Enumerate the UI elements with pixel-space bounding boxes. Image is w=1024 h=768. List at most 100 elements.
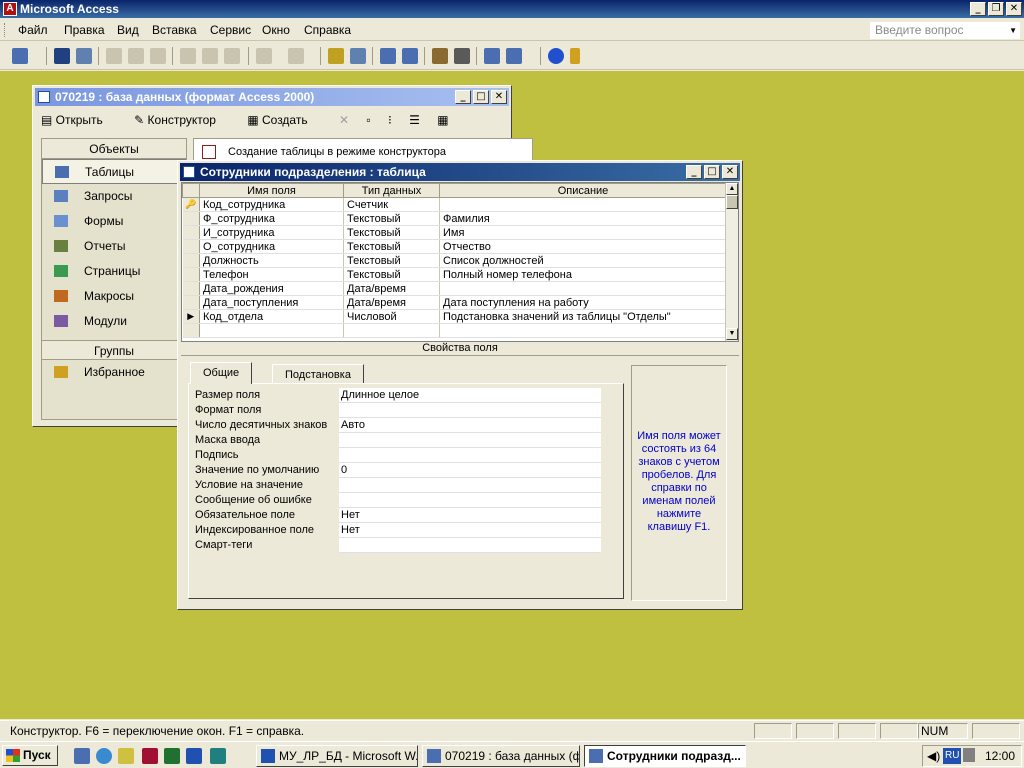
menu-grip[interactable] bbox=[4, 23, 7, 37]
property-value-field[interactable] bbox=[339, 433, 601, 448]
database-window-titlebar[interactable]: 070219 : база данных (формат Access 2000… bbox=[35, 88, 509, 106]
table-row[interactable]: Должность Текстовый Список должностей bbox=[182, 253, 727, 268]
minimize-button[interactable]: _ bbox=[970, 2, 986, 16]
row-selector[interactable] bbox=[182, 225, 200, 240]
language-indicator[interactable]: RU bbox=[943, 748, 962, 764]
field-name-cell[interactable]: Код_отдела bbox=[199, 309, 344, 324]
data-type-cell[interactable]: Текстовый bbox=[343, 225, 440, 240]
property-value-field[interactable]: Нет bbox=[339, 523, 601, 538]
view-icon[interactable] bbox=[12, 48, 28, 64]
menu-file[interactable]: Файл bbox=[18, 23, 48, 37]
close-button[interactable]: ✕ bbox=[1006, 2, 1022, 16]
data-type-cell[interactable]: Счетчик bbox=[343, 197, 440, 212]
help-icon[interactable] bbox=[548, 48, 564, 64]
db-maximize-button[interactable]: □ bbox=[473, 90, 489, 104]
paste-icon[interactable] bbox=[224, 48, 240, 64]
list-icon[interactable]: ☰ bbox=[409, 113, 420, 127]
primary-key-icon[interactable] bbox=[328, 48, 344, 64]
start-button[interactable]: Пуск bbox=[2, 745, 58, 766]
object-forms[interactable]: Формы bbox=[42, 209, 186, 234]
object-macros[interactable]: Макросы bbox=[42, 284, 186, 309]
table-row[interactable] bbox=[182, 323, 727, 338]
volume-icon[interactable]: ◀) bbox=[927, 746, 940, 766]
object-tables[interactable]: Таблицы bbox=[42, 159, 186, 184]
restore-button[interactable]: ❐ bbox=[988, 2, 1004, 16]
list-item[interactable]: Создание таблицы в режиме конструктора bbox=[198, 143, 446, 161]
description-cell[interactable]: Список должностей bbox=[439, 253, 727, 268]
search-icon[interactable] bbox=[76, 48, 92, 64]
property-value-field[interactable] bbox=[339, 538, 601, 553]
quicklaunch-explorer-icon[interactable] bbox=[118, 748, 134, 764]
preview-icon[interactable] bbox=[128, 48, 144, 64]
data-type-cell[interactable] bbox=[343, 323, 440, 338]
property-value-field[interactable] bbox=[339, 493, 601, 508]
data-type-cell[interactable]: Дата/время bbox=[343, 281, 440, 296]
row-selector[interactable] bbox=[182, 281, 200, 296]
undo-icon[interactable] bbox=[256, 48, 272, 64]
quicklaunch-desktop-icon[interactable] bbox=[74, 748, 90, 764]
field-name-cell[interactable]: Дата_поступления bbox=[199, 295, 344, 310]
properties-icon[interactable] bbox=[432, 48, 448, 64]
create-button[interactable]: ▦ Создать bbox=[247, 113, 321, 127]
cut-icon[interactable] bbox=[180, 48, 196, 64]
selector-header[interactable] bbox=[182, 183, 200, 198]
table-row[interactable]: Дата_рождения Дата/время bbox=[182, 281, 727, 296]
property-value-field[interactable]: 0 bbox=[339, 463, 601, 478]
row-selector[interactable] bbox=[182, 295, 200, 310]
large-icons-icon[interactable]: ▫ bbox=[366, 113, 370, 127]
property-value-field[interactable]: Нет bbox=[339, 508, 601, 523]
column-header-data-type[interactable]: Тип данных bbox=[343, 183, 440, 198]
grid-scrollbar[interactable]: ▲ ▼ bbox=[725, 183, 738, 341]
tab-general[interactable]: Общие bbox=[190, 362, 253, 384]
redo-icon[interactable] bbox=[288, 48, 304, 64]
menu-window[interactable]: Окно bbox=[262, 23, 290, 37]
tab-lookup[interactable]: Подстановка bbox=[272, 364, 364, 384]
property-value-field[interactable]: Авто bbox=[339, 418, 601, 433]
insert-rows-icon[interactable] bbox=[380, 48, 396, 64]
groups-header[interactable]: Группы bbox=[42, 340, 186, 360]
taskbar-item-table[interactable]: Сотрудники подразд... bbox=[584, 745, 746, 767]
group-favorites[interactable]: Избранное bbox=[42, 360, 186, 385]
row-selector[interactable] bbox=[182, 323, 200, 338]
print-icon[interactable] bbox=[106, 48, 122, 64]
table-row[interactable]: Дата_поступления Дата/время Дата поступлен… bbox=[182, 295, 727, 310]
copy-icon[interactable] bbox=[202, 48, 218, 64]
table-window-titlebar[interactable]: Сотрудники подразделения : таблица _ □ ✕ bbox=[180, 163, 740, 181]
description-cell[interactable]: Имя bbox=[439, 225, 727, 240]
open-button[interactable]: ▤ Открыть bbox=[41, 113, 117, 127]
data-type-cell[interactable]: Текстовый bbox=[343, 239, 440, 254]
description-cell[interactable]: Подстановка значений из таблицы "Отделы" bbox=[439, 309, 727, 324]
menu-edit[interactable]: Правка bbox=[64, 23, 105, 37]
field-name-cell[interactable]: И_сотрудника bbox=[199, 225, 344, 240]
data-type-cell[interactable]: Текстовый bbox=[343, 267, 440, 282]
data-type-cell[interactable]: Дата/время bbox=[343, 295, 440, 310]
object-modules[interactable]: Модули bbox=[42, 309, 186, 334]
table-row[interactable]: И_сотрудника Текстовый Имя bbox=[182, 225, 727, 240]
new-object-icon[interactable] bbox=[506, 48, 522, 64]
description-cell[interactable]: Дата поступления на работу bbox=[439, 295, 727, 310]
delete-rows-icon[interactable] bbox=[402, 48, 418, 64]
column-header-field-name[interactable]: Имя поля bbox=[199, 183, 344, 198]
help-question-input[interactable]: Введите вопрос ▼ bbox=[870, 22, 1020, 39]
row-selector[interactable] bbox=[182, 267, 200, 282]
table-row[interactable]: О_сотрудника Текстовый Отчество bbox=[182, 239, 727, 254]
quicklaunch-word-icon[interactable] bbox=[186, 748, 202, 764]
description-cell[interactable]: Отчество bbox=[439, 239, 727, 254]
description-cell[interactable] bbox=[439, 197, 727, 212]
field-name-cell[interactable]: Телефон bbox=[199, 267, 344, 282]
objects-header[interactable]: Объекты bbox=[42, 139, 186, 159]
scroll-up-icon[interactable]: ▲ bbox=[726, 183, 738, 195]
menu-tools[interactable]: Сервис bbox=[210, 23, 251, 37]
property-value-field[interactable] bbox=[339, 403, 601, 418]
data-type-cell[interactable]: Текстовый bbox=[343, 253, 440, 268]
taskbar-item-word[interactable]: МУ_ЛР_БД - Microsoft W... bbox=[256, 745, 418, 767]
toolbar-options-icon[interactable] bbox=[570, 48, 580, 64]
primary-key-icon[interactable]: 🔑 bbox=[182, 197, 200, 212]
table-row[interactable]: ▶ Код_отдела Числовой Подстановка значений … bbox=[182, 309, 727, 324]
database-window-icon[interactable] bbox=[484, 48, 500, 64]
quicklaunch-app-icon[interactable] bbox=[210, 748, 226, 764]
data-type-cell[interactable]: Числовой bbox=[343, 309, 440, 324]
design-button[interactable]: ✎ Конструктор bbox=[134, 113, 230, 127]
quicklaunch-ie-icon[interactable] bbox=[96, 748, 112, 764]
quicklaunch-excel-icon[interactable] bbox=[164, 748, 180, 764]
